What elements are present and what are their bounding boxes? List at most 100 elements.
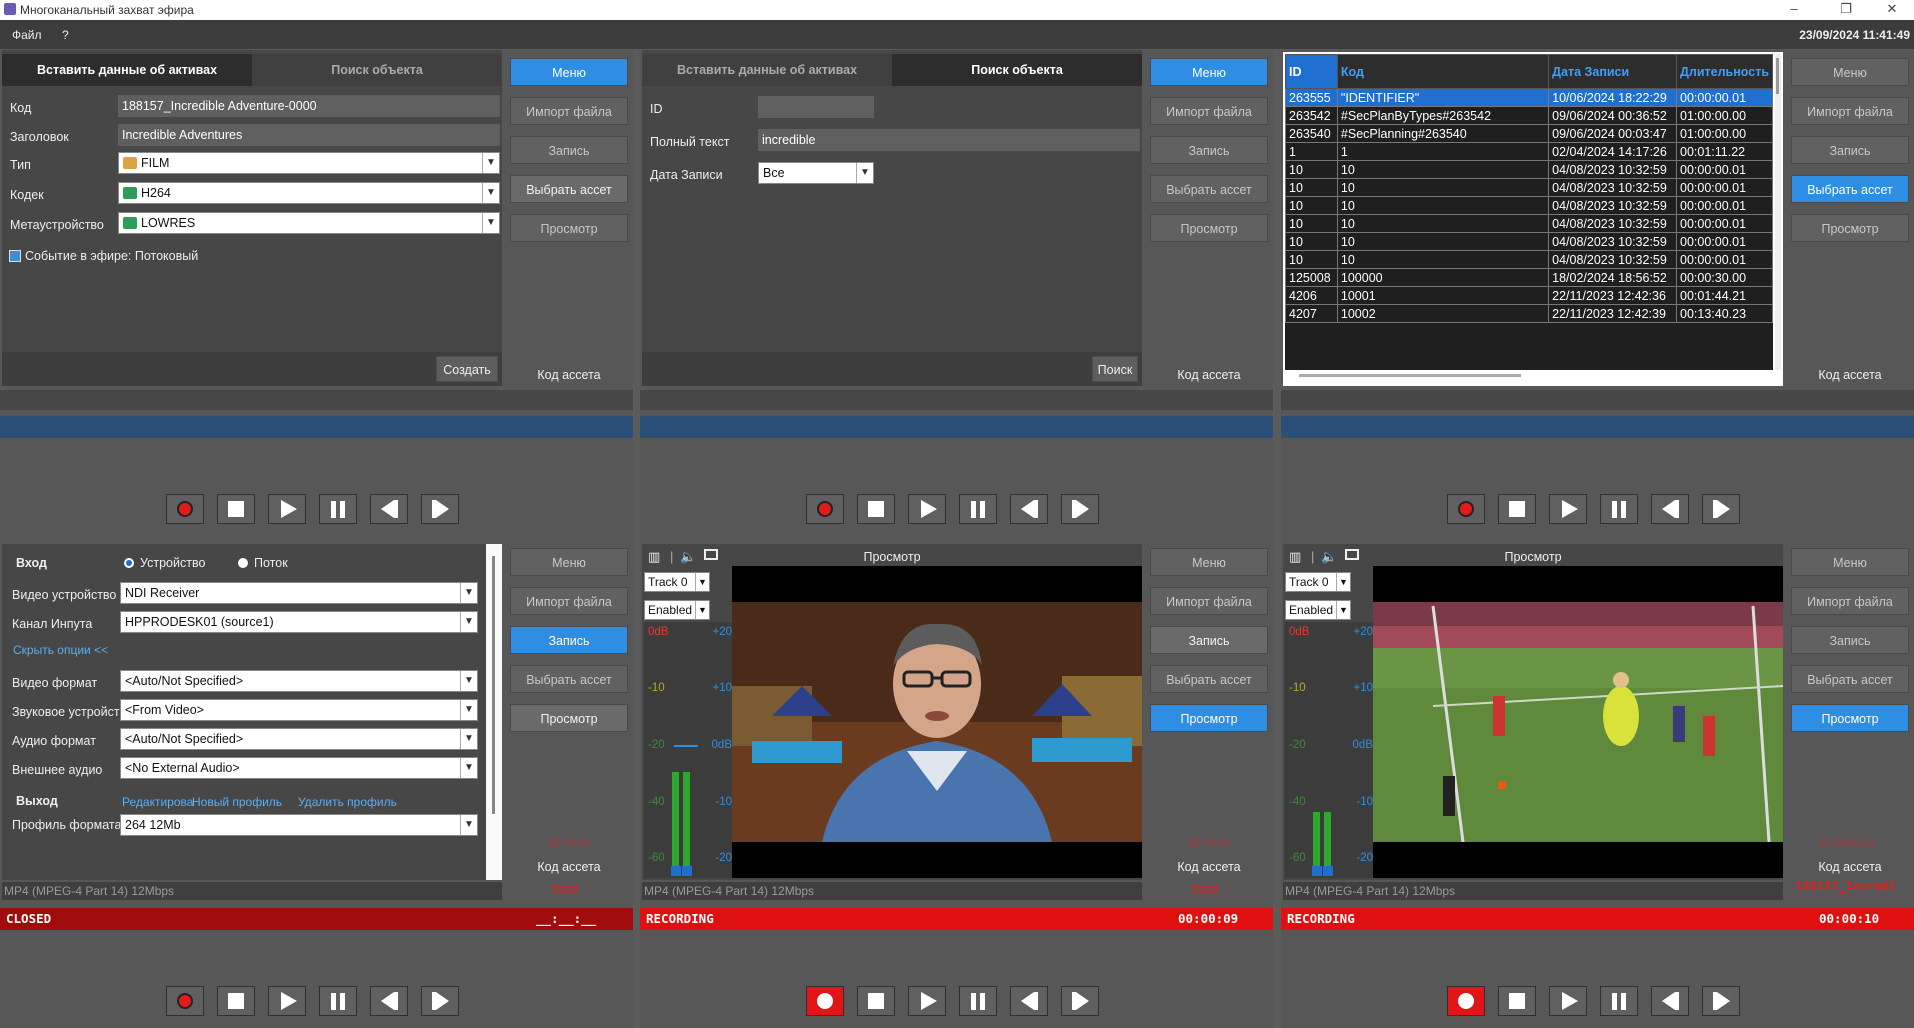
monitor-icon[interactable] (1345, 549, 1359, 560)
audio-format-select[interactable]: <Auto/Not Specified> ▼ (120, 728, 478, 750)
pause-control[interactable] (319, 494, 357, 524)
delete-profile-link[interactable]: Удалить профиль (298, 795, 397, 809)
table-row[interactable]: 10 10 04/08/2023 10:32:59 00:00:00.01 (1285, 178, 1773, 197)
new-profile-link[interactable]: Новый профиль (192, 795, 282, 809)
import-file-button[interactable]: Импорт файла (510, 587, 628, 615)
record-button[interactable]: Запись (1150, 626, 1268, 654)
preview-button[interactable]: Просмотр (510, 704, 628, 732)
select-asset-button[interactable]: Выбрать ассет (1791, 175, 1909, 203)
table-row[interactable]: 10 10 04/08/2023 10:32:59 00:00:00.01 (1285, 232, 1773, 251)
table-row[interactable]: 4207 10002 22/11/2023 12:42:39 00:13:40.23 (1285, 304, 1773, 323)
vu-right-check[interactable] (682, 866, 692, 876)
select-asset-button[interactable]: Выбрать ассет (1150, 665, 1268, 693)
table-row[interactable]: 10 10 04/08/2023 10:32:59 00:00:00.01 (1285, 160, 1773, 179)
enabled-select[interactable]: Enabled ▼ (644, 600, 710, 620)
track-select[interactable]: Track 0 ▼ (1285, 572, 1351, 592)
settings-scrollbar[interactable] (486, 544, 502, 880)
col-header-code[interactable]: Код (1336, 54, 1550, 89)
pause-control[interactable] (1600, 494, 1638, 524)
select-asset-button[interactable]: Выбрать ассет (1791, 665, 1909, 693)
preview-button[interactable]: Просмотр (510, 214, 628, 242)
play-control[interactable] (908, 494, 946, 524)
device-radio[interactable]: Устройство (124, 556, 205, 570)
preview-button[interactable]: Просмотр (1791, 214, 1909, 242)
record-button[interactable]: Запись (1791, 626, 1909, 654)
import-file-button[interactable]: Импорт файла (1791, 587, 1909, 615)
next-frame-control[interactable] (1702, 986, 1740, 1016)
table-row[interactable]: 10 10 04/08/2023 10:32:59 00:00:00.01 (1285, 250, 1773, 269)
channel-select[interactable]: HPPRODESK01 (source1) ▼ (120, 611, 478, 633)
table-row[interactable]: 10 10 04/08/2023 10:32:59 00:00:00.01 (1285, 196, 1773, 215)
record-button[interactable]: Запись (1150, 136, 1268, 164)
menu-button[interactable]: Меню (1791, 58, 1909, 86)
next-frame-control[interactable] (1061, 986, 1099, 1016)
tab-search-object[interactable]: Поиск объекта (252, 54, 502, 86)
stop-control[interactable] (857, 986, 895, 1016)
track-select[interactable]: Track 0 ▼ (644, 572, 710, 592)
fulltext-field[interactable]: incredible (758, 129, 1140, 151)
play-control[interactable] (1549, 494, 1587, 524)
type-select[interactable]: FILM ▼ (118, 152, 500, 174)
preview-button[interactable]: Просмотр (1791, 704, 1909, 732)
codec-select[interactable]: H264 ▼ (118, 182, 500, 204)
play-control[interactable] (1549, 986, 1587, 1016)
menu-file[interactable]: Файл (12, 28, 42, 42)
record-button[interactable]: Запись (510, 136, 628, 164)
vu-left-check[interactable] (671, 866, 681, 876)
pause-control[interactable] (319, 986, 357, 1016)
next-frame-control[interactable] (1702, 494, 1740, 524)
prev-frame-control[interactable] (1651, 494, 1689, 524)
video-preview[interactable] (1373, 566, 1783, 878)
vu-settings-icon[interactable]: ▥ (648, 549, 660, 565)
video-format-select[interactable]: <Auto/Not Specified> ▼ (120, 670, 478, 692)
maximize-button[interactable]: ❐ (1826, 1, 1866, 17)
record-control[interactable] (1447, 986, 1485, 1016)
record-control[interactable] (166, 986, 204, 1016)
next-frame-control[interactable] (421, 494, 459, 524)
select-asset-button[interactable]: Выбрать ассет (510, 665, 628, 693)
menu-button[interactable]: Меню (1150, 548, 1268, 576)
play-control[interactable] (908, 986, 946, 1016)
stream-radio[interactable]: Поток (238, 556, 288, 570)
table-vscroll[interactable] (1775, 54, 1781, 370)
play-control[interactable] (268, 494, 306, 524)
vu-right-check[interactable] (1323, 866, 1333, 876)
next-frame-control[interactable] (1061, 494, 1099, 524)
record-button[interactable]: Запись (510, 626, 628, 654)
select-asset-button[interactable]: Выбрать ассет (1150, 175, 1268, 203)
menu-button[interactable]: Меню (1791, 548, 1909, 576)
video-preview[interactable] (732, 566, 1142, 878)
table-row[interactable]: 263542 #SecPlanByTypes#263542 09/06/2024 0… (1285, 106, 1773, 125)
import-file-button[interactable]: Импорт файла (1150, 97, 1268, 125)
speaker-icon[interactable]: 🔈 (680, 549, 696, 565)
table-row[interactable]: 125008 100000 18/02/2024 18:56:52 00:00:30.… (1285, 268, 1773, 287)
pause-control[interactable] (959, 986, 997, 1016)
audio-device-select[interactable]: <From Video> ▼ (120, 699, 478, 721)
record-control[interactable] (806, 494, 844, 524)
record-control[interactable] (166, 494, 204, 524)
prev-frame-control[interactable] (1010, 986, 1048, 1016)
speaker-icon[interactable]: 🔈 (1321, 549, 1337, 565)
menu-button[interactable]: Меню (510, 548, 628, 576)
import-file-button[interactable]: Импорт файла (1791, 97, 1909, 125)
next-frame-control[interactable] (421, 986, 459, 1016)
stop-control[interactable] (217, 494, 255, 524)
col-header-duration[interactable]: Длительность (1676, 54, 1773, 89)
menu-button[interactable]: Меню (1150, 58, 1268, 86)
table-row[interactable]: 263540 #SecPlanning#263540 09/06/2024 00:0… (1285, 124, 1773, 143)
prev-frame-control[interactable] (370, 986, 408, 1016)
select-asset-button[interactable]: Выбрать ассет (510, 175, 628, 203)
prev-frame-control[interactable] (1651, 986, 1689, 1016)
play-control[interactable] (268, 986, 306, 1016)
edit-profile-link[interactable]: Редактирова (122, 795, 193, 809)
menu-help[interactable]: ? (62, 28, 69, 42)
table-row[interactable]: 10 10 04/08/2023 10:32:59 00:00:00.01 (1285, 214, 1773, 233)
preview-button[interactable]: Просмотр (1150, 214, 1268, 242)
record-control[interactable] (806, 986, 844, 1016)
prev-frame-control[interactable] (370, 494, 408, 524)
external-audio-select[interactable]: <No External Audio> ▼ (120, 757, 478, 779)
menu-button[interactable]: Меню (510, 58, 628, 86)
create-button[interactable]: Создать (436, 356, 498, 382)
meta-select[interactable]: LOWRES ▼ (118, 212, 500, 234)
table-row[interactable]: 263555 "IDENTIFIER" 10/06/2024 18:22:29 00:… (1285, 88, 1773, 107)
